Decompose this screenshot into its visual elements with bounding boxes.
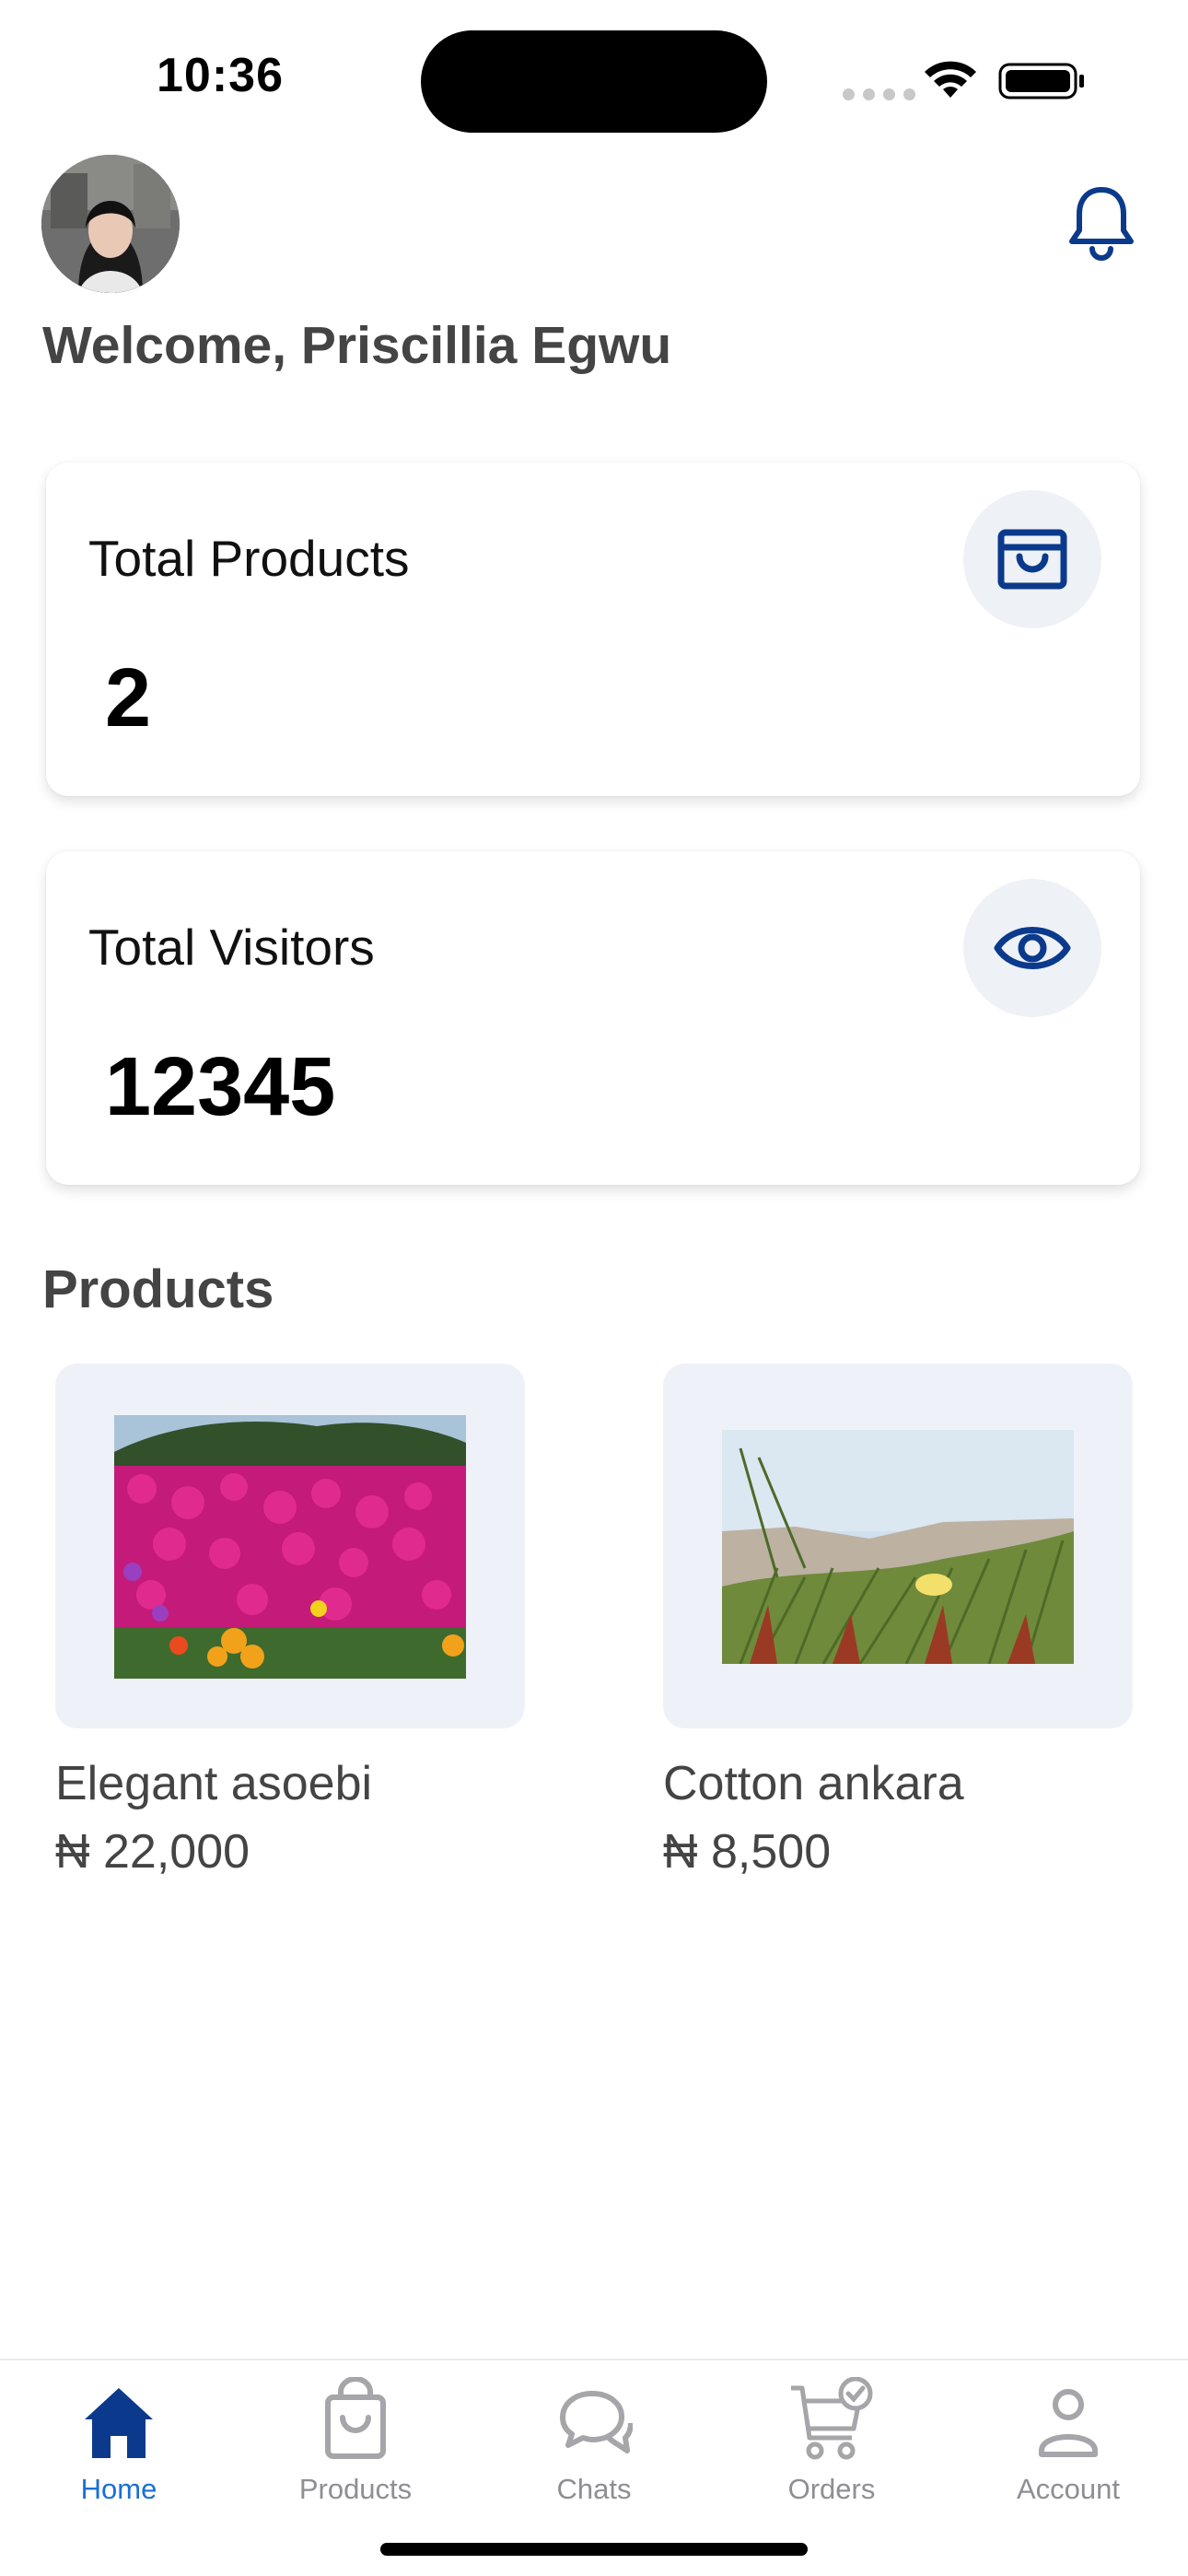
- product-price: ₦ 8,500: [663, 1825, 832, 1879]
- eye-icon: [963, 879, 1101, 1017]
- tab-account[interactable]: Account: [976, 2377, 1160, 2506]
- battery-icon: [998, 63, 1084, 100]
- product-image-frame: [55, 1364, 525, 1728]
- tab-label: Home: [80, 2473, 157, 2505]
- pink-flowers-photo: [114, 1415, 466, 1679]
- product-price: ₦ 22,000: [55, 1825, 250, 1879]
- home-icon: [85, 2388, 153, 2458]
- total-products-card[interactable]: Total Products 2: [46, 463, 1140, 796]
- tab-label: Chats: [556, 2473, 632, 2505]
- product-image-frame: [663, 1364, 1133, 1728]
- tab-label: Products: [298, 2473, 413, 2505]
- tab-orders[interactable]: Orders: [740, 2377, 924, 2506]
- status-time: 10:36: [157, 49, 284, 102]
- product-name: Cotton ankara: [663, 1757, 964, 1810]
- total-visitors-card[interactable]: Total Visitors 12345: [46, 851, 1140, 1185]
- home-indicator: [380, 2543, 808, 2556]
- wifi-icon: [925, 61, 976, 98]
- beach-grass-photo: [722, 1430, 1074, 1664]
- tab-home[interactable]: Home: [27, 2377, 211, 2506]
- cart-check-icon: [791, 2377, 873, 2460]
- user-avatar-image: [41, 155, 180, 293]
- total-visitors-label: Total Visitors: [88, 919, 375, 976]
- tab-chats[interactable]: Chats: [502, 2377, 686, 2506]
- total-products-label: Total Products: [88, 530, 410, 587]
- person-icon: [1039, 2389, 1098, 2457]
- home-screen: 10:36 Welcome, Priscillia Egwu Total Pro…: [0, 0, 1188, 2576]
- shopping-bag-icon: [963, 490, 1101, 628]
- bag-icon: [325, 2377, 386, 2459]
- dynamic-island: [421, 30, 767, 133]
- tab-label: Orders: [787, 2473, 876, 2505]
- total-products-value: 2: [105, 652, 152, 744]
- welcome-text: Welcome, Priscillia Egwu: [42, 316, 672, 375]
- tab-products[interactable]: Products: [263, 2377, 448, 2506]
- chat-bubbles-icon: [560, 2391, 633, 2453]
- product-name: Elegant asoebi: [55, 1757, 373, 1810]
- products-section-title: Products: [42, 1259, 274, 1319]
- product-card[interactable]: Cotton ankara ₦ 8,500: [663, 1364, 1133, 1879]
- bell-icon[interactable]: [1068, 184, 1135, 262]
- avatar[interactable]: [41, 155, 180, 293]
- tab-label: Account: [1016, 2473, 1120, 2505]
- cellular-signal-icon: [843, 88, 915, 100]
- total-visitors-value: 12345: [105, 1041, 336, 1133]
- product-card[interactable]: Elegant asoebi ₦ 22,000: [55, 1364, 525, 1879]
